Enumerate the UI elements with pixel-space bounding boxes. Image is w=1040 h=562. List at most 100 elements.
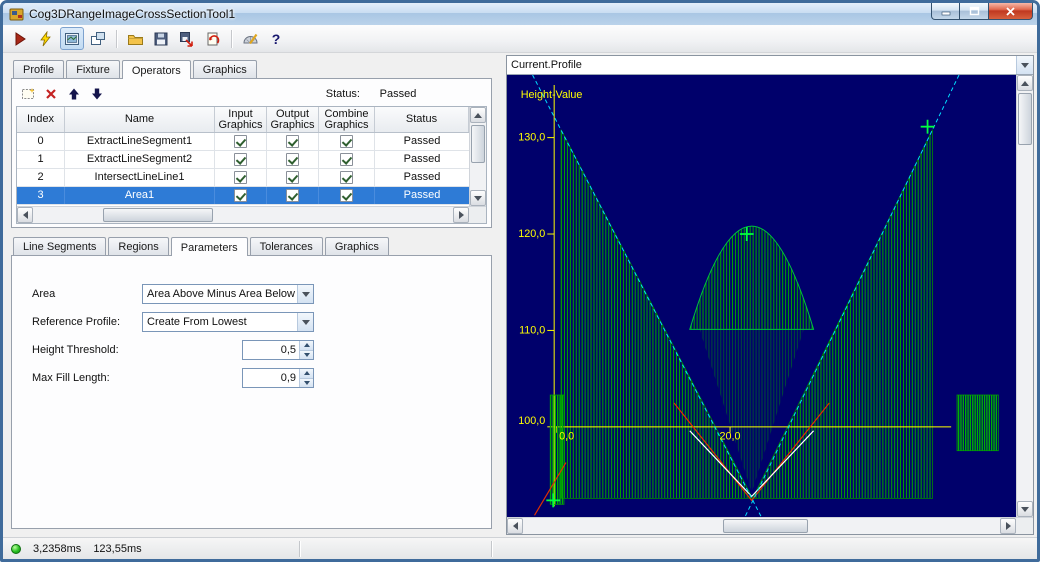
column-header-name[interactable]: Name	[65, 107, 215, 132]
chevron-up-icon	[303, 371, 310, 376]
operator-list-toolbar: Status: Passed	[16, 82, 487, 106]
minimize-button[interactable]	[931, 3, 960, 20]
checkbox-checked-icon[interactable]	[234, 189, 247, 202]
run-button[interactable]	[8, 27, 32, 50]
tab-tolerances[interactable]: Tolerances	[249, 237, 323, 255]
checkbox-checked-icon[interactable]	[340, 153, 353, 166]
y-tick-label: 120,0	[518, 228, 545, 240]
reset-button[interactable]	[201, 27, 225, 50]
profile-chart: Height-Value 130,0 120,0 110,0 100,0 0,0…	[507, 75, 1016, 518]
spin-up-button[interactable]	[300, 369, 313, 379]
checkbox-checked-icon[interactable]	[286, 153, 299, 166]
scroll-thumb[interactable]	[103, 208, 213, 222]
dropdown-button[interactable]	[1016, 56, 1033, 74]
checkbox-checked-icon[interactable]	[340, 189, 353, 202]
live-run-button[interactable]	[34, 27, 58, 50]
grid-horizontal-scrollbar[interactable]	[17, 206, 469, 223]
checkbox-checked-icon[interactable]	[234, 171, 247, 184]
operator-grid: Index Name Input Graphics Output Graphic…	[16, 106, 487, 224]
spin-down-button[interactable]	[300, 378, 313, 387]
scroll-right-button[interactable]	[1000, 518, 1016, 535]
scroll-track[interactable]	[1017, 91, 1033, 501]
scroll-left-button[interactable]	[507, 518, 523, 535]
open-button[interactable]	[123, 27, 147, 50]
scroll-thumb[interactable]	[1018, 93, 1032, 145]
height-threshold-stepper[interactable]: 0,5	[242, 340, 314, 360]
run-status-led-icon	[11, 543, 21, 554]
tab-graphics[interactable]: Graphics	[192, 60, 257, 78]
show-image-button[interactable]	[60, 27, 84, 50]
help-button[interactable]: ?	[264, 27, 288, 50]
table-row[interactable]: 2 IntersectLineLine1 Passed	[17, 169, 469, 187]
scroll-up-button[interactable]	[1017, 75, 1033, 91]
add-operator-button[interactable]	[18, 84, 38, 104]
checkbox-checked-icon[interactable]	[234, 153, 247, 166]
grid-vertical-scrollbar[interactable]	[469, 107, 486, 206]
move-down-button[interactable]	[87, 84, 107, 104]
column-header-index[interactable]: Index	[17, 107, 65, 132]
titlebar[interactable]: Cog3DRangeImageCrossSectionTool1	[3, 3, 1037, 25]
tab-parameters[interactable]: Parameters	[170, 237, 248, 256]
display-vertical-scrollbar[interactable]	[1016, 75, 1033, 518]
reference-profile-select[interactable]: Create From Lowest	[142, 312, 314, 332]
scroll-down-button[interactable]	[1017, 501, 1033, 518]
display-horizontal-scrollbar[interactable]	[507, 517, 1016, 535]
scroll-thumb[interactable]	[471, 125, 485, 163]
delete-operator-button[interactable]	[41, 84, 61, 104]
checkbox-checked-icon[interactable]	[340, 171, 353, 184]
scroll-right-button[interactable]	[453, 207, 469, 223]
spin-down-button[interactable]	[300, 350, 313, 359]
electrode-button[interactable]	[238, 27, 262, 50]
scroll-track[interactable]	[523, 518, 1000, 534]
column-header-input-graphics[interactable]: Input Graphics	[215, 107, 267, 132]
checkbox-checked-icon[interactable]	[286, 171, 299, 184]
tab-fixture[interactable]: Fixture	[66, 60, 120, 78]
maximize-button[interactable]	[960, 3, 988, 20]
save-image-button[interactable]	[175, 27, 199, 50]
scroll-track[interactable]	[33, 207, 453, 223]
scroll-thumb[interactable]	[723, 519, 808, 534]
scroll-left-button[interactable]	[17, 207, 33, 223]
float-display-button[interactable]	[86, 27, 110, 50]
scrollbar-corner	[469, 206, 486, 223]
spin-up-button[interactable]	[300, 341, 313, 351]
dropdown-button[interactable]	[297, 313, 313, 331]
cell-name: IntersectLineLine1	[65, 169, 215, 186]
column-header-output-graphics[interactable]: Output Graphics	[267, 107, 319, 132]
table-row[interactable]: 1 ExtractLineSegment2 Passed	[17, 151, 469, 169]
tab-line-segments[interactable]: Line Segments	[13, 237, 107, 255]
dropdown-button[interactable]	[297, 285, 313, 303]
column-header-combine-graphics[interactable]: Combine Graphics	[319, 107, 375, 132]
tab-operators[interactable]: Operators	[121, 60, 191, 79]
cell-status: Passed	[403, 153, 441, 165]
checkbox-checked-icon[interactable]	[340, 135, 353, 148]
tab-graphics-sub[interactable]: Graphics	[324, 237, 389, 255]
table-row-selected[interactable]: 3 Area1 Passed	[17, 187, 469, 205]
max-fill-length-stepper[interactable]: 0,9	[242, 368, 314, 388]
tab-profile[interactable]: Profile	[13, 60, 65, 78]
profile-graph-display[interactable]: Height-Value 130,0 120,0 110,0 100,0 0,0…	[507, 75, 1016, 518]
delete-operator-icon	[46, 89, 56, 99]
move-up-button[interactable]	[64, 84, 84, 104]
scroll-down-button[interactable]	[470, 190, 486, 206]
table-row[interactable]: 0 ExtractLineSegment1 Passed	[17, 133, 469, 151]
status-bar: 3,2358ms 123,55ms	[3, 537, 1037, 559]
maximize-icon	[969, 6, 979, 16]
scroll-up-button[interactable]	[470, 107, 486, 123]
checkbox-checked-icon[interactable]	[286, 135, 299, 148]
tab-regions[interactable]: Regions	[108, 237, 169, 255]
move-up-icon	[69, 88, 79, 100]
checkbox-checked-icon[interactable]	[286, 189, 299, 202]
profile-selector[interactable]: Current.Profile	[507, 56, 1033, 75]
area-select[interactable]: Area Above Minus Area Below	[142, 284, 314, 304]
column-header-status[interactable]: Status	[375, 107, 469, 132]
checkbox-checked-icon[interactable]	[234, 135, 247, 148]
reset-icon	[207, 32, 220, 45]
scroll-track[interactable]	[470, 123, 486, 190]
close-button[interactable]	[988, 3, 1033, 20]
area-fill-right-block	[956, 394, 999, 452]
save-button[interactable]	[149, 27, 173, 50]
statusbar-separator	[491, 540, 492, 557]
cell-name: ExtractLineSegment1	[65, 133, 215, 150]
help-icon: ?	[272, 31, 281, 47]
